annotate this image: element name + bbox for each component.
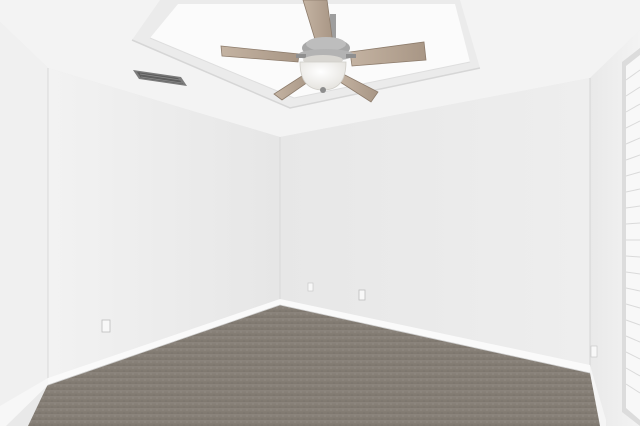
room-photo: [0, 0, 640, 426]
window-blinds: [622, 48, 640, 426]
